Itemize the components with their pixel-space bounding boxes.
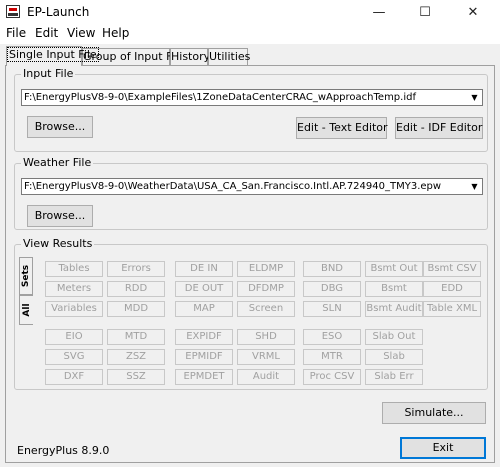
results-eio-button[interactable]: EIO <box>45 329 103 345</box>
tab-sets[interactable]: Sets <box>19 257 33 295</box>
results-bsmt-audit-button[interactable]: Bsmt Audit <box>365 301 423 317</box>
input-file-label: Input File <box>21 67 76 80</box>
dropdown-arrow-icon[interactable]: ▼ <box>467 179 482 194</box>
menu-help[interactable]: Help <box>102 26 129 40</box>
results-bsmt-out-button[interactable]: Bsmt Out <box>365 261 423 277</box>
menu-file[interactable]: File <box>6 26 26 40</box>
dropdown-arrow-icon[interactable]: ▼ <box>467 90 482 105</box>
weather-file-combo[interactable]: F:\EnergyPlusV8-9-0\WeatherData\USA_CA_S… <box>21 178 483 195</box>
results-map-button[interactable]: MAP <box>175 301 233 317</box>
window-title: EP-Launch <box>27 5 90 19</box>
results-shd-button[interactable]: SHD <box>237 329 295 345</box>
results-svg-button[interactable]: SVG <box>45 349 103 365</box>
results-mtr-button[interactable]: MTR <box>303 349 361 365</box>
simulate-button[interactable]: Simulate... <box>382 402 486 424</box>
input-browse-button[interactable]: Browse... <box>27 116 93 138</box>
results-meters-button[interactable]: Meters <box>45 281 103 297</box>
close-button[interactable]: ✕ <box>450 0 496 24</box>
edit-text-editor-button[interactable]: Edit - Text Editor <box>296 117 388 139</box>
minimize-button[interactable]: — <box>356 0 402 24</box>
maximize-button[interactable]: ☐ <box>402 0 448 24</box>
menu-bar: File Edit View Help <box>0 24 500 44</box>
results-de-in-button[interactable]: DE IN <box>175 261 233 277</box>
results-slab-out-button[interactable]: Slab Out <box>365 329 423 345</box>
results-table-xml-button[interactable]: Table XML <box>423 301 481 317</box>
results-expidf-button[interactable]: EXPIDF <box>175 329 233 345</box>
view-results-group: View Results Sets All Tables Errors DE I… <box>14 237 488 390</box>
results-bnd-button[interactable]: BND <box>303 261 361 277</box>
weather-browse-button[interactable]: Browse... <box>27 205 93 227</box>
tab-all[interactable]: All <box>19 295 33 325</box>
input-file-path: F:\EnergyPlusV8-9-0\ExampleFiles\1ZoneDa… <box>24 92 416 103</box>
results-epmidf-button[interactable]: EPMIDF <box>175 349 233 365</box>
results-zsz-button[interactable]: ZSZ <box>107 349 165 365</box>
results-slab-button[interactable]: Slab <box>365 349 423 365</box>
results-epmdet-button[interactable]: EPMDET <box>175 369 233 385</box>
results-dfdmp-button[interactable]: DFDMP <box>237 281 295 297</box>
results-eldmp-button[interactable]: ELDMP <box>237 261 295 277</box>
edit-idf-editor-button[interactable]: Edit - IDF Editor <box>395 117 483 139</box>
results-mtd-button[interactable]: MTD <box>107 329 165 345</box>
tab-single-input-file[interactable]: Single Input File <box>6 46 99 66</box>
results-de-out-button[interactable]: DE OUT <box>175 281 233 297</box>
results-ssz-button[interactable]: SSZ <box>107 369 165 385</box>
exit-button[interactable]: Exit <box>400 437 486 459</box>
tab-strip: Single Input File Group of Input Files H… <box>0 46 500 66</box>
results-bsmt-csv-button[interactable]: Bsmt CSV <box>423 261 481 277</box>
results-dxf-button[interactable]: DXF <box>45 369 103 385</box>
results-slab-err-button[interactable]: Slab Err <box>365 369 423 385</box>
results-tables-button[interactable]: Tables <box>45 261 103 277</box>
weather-file-group: Weather File F:\EnergyPlusV8-9-0\Weather… <box>14 156 488 230</box>
single-input-file-panel: Input File F:\EnergyPlusV8-9-0\ExampleFi… <box>5 65 495 463</box>
results-errors-button[interactable]: Errors <box>107 261 165 277</box>
results-dbg-button[interactable]: DBG <box>303 281 361 297</box>
results-mdd-button[interactable]: MDD <box>107 301 165 317</box>
version-label: EnergyPlus 8.9.0 <box>17 444 110 457</box>
input-file-group: Input File F:\EnergyPlusV8-9-0\ExampleFi… <box>14 67 488 152</box>
results-eso-button[interactable]: ESO <box>303 329 361 345</box>
results-sln-button[interactable]: SLN <box>303 301 361 317</box>
results-audit-button[interactable]: Audit <box>237 369 295 385</box>
view-results-label: View Results <box>21 237 95 250</box>
tab-history[interactable]: History <box>170 48 210 66</box>
title-bar: EP-Launch — ☐ ✕ <box>0 0 500 24</box>
results-proc-csv-button[interactable]: Proc CSV <box>303 369 361 385</box>
weather-file-label: Weather File <box>21 156 94 169</box>
results-bsmt-button[interactable]: Bsmt <box>365 281 423 297</box>
results-rdd-button[interactable]: RDD <box>107 281 165 297</box>
menu-view[interactable]: View <box>67 26 95 40</box>
results-screen-button[interactable]: Screen <box>237 301 295 317</box>
tab-utilities[interactable]: Utilities <box>208 48 250 66</box>
results-vrml-button[interactable]: VRML <box>237 349 295 365</box>
ep-launch-icon <box>6 5 20 18</box>
menu-edit[interactable]: Edit <box>35 26 58 40</box>
weather-file-path: F:\EnergyPlusV8-9-0\WeatherData\USA_CA_S… <box>24 181 442 192</box>
results-variables-button[interactable]: Variables <box>45 301 103 317</box>
input-file-combo[interactable]: F:\EnergyPlusV8-9-0\ExampleFiles\1ZoneDa… <box>21 89 483 106</box>
results-edd-button[interactable]: EDD <box>423 281 481 297</box>
